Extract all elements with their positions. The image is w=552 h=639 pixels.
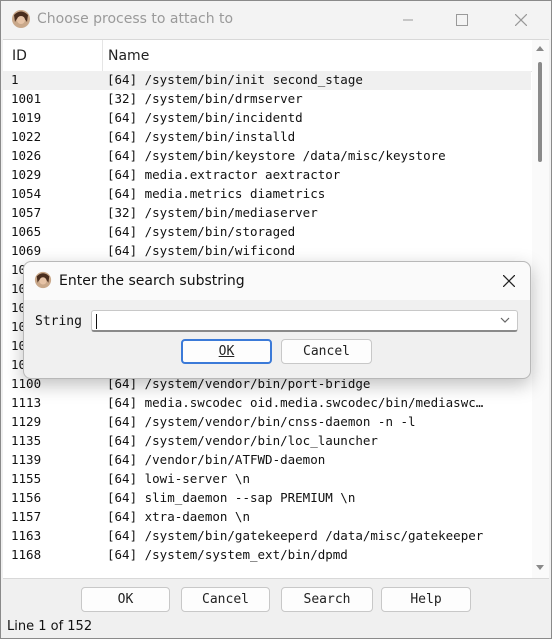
process-name: [64] slim_daemon --sap PREMIUM \n — [107, 490, 356, 505]
process-id: 1019 — [11, 110, 42, 125]
process-name: [64] /system/vendor/bin/loc_launcher — [107, 433, 378, 448]
process-name: [64] /system/bin/wificond — [107, 243, 296, 258]
close-icon — [503, 275, 515, 287]
process-name: [64] /system/bin/init second_stage — [107, 72, 363, 87]
process-id: 1155 — [11, 471, 42, 486]
maximize-button[interactable] — [439, 7, 485, 33]
process-id: 1168 — [11, 547, 42, 562]
table-row[interactable]: 1057 [32] /system/bin/mediaserver — [3, 204, 531, 223]
process-id: 1065 — [11, 224, 42, 239]
table-row[interactable]: 1135 [64] /system/vendor/bin/loc_launcher — [3, 432, 531, 451]
process-id: 1135 — [11, 433, 42, 448]
process-id: 1022 — [11, 129, 42, 144]
process-id: 1163 — [11, 528, 42, 543]
process-id: 1113 — [11, 395, 42, 410]
process-id: 1129 — [11, 414, 42, 429]
dialog-cancel-button[interactable]: Cancel — [281, 339, 372, 364]
process-name: [64] media.metrics diametrics — [107, 186, 326, 201]
dialog-close-button[interactable] — [498, 270, 520, 292]
vertical-scrollbar[interactable] — [532, 40, 549, 578]
search-button[interactable]: Search — [281, 587, 373, 612]
maximize-icon — [456, 14, 468, 26]
title-bar: Choose process to attach to — [1, 1, 551, 39]
process-name: [64] /system/bin/keystore /data/misc/key… — [107, 148, 446, 163]
dialog-title: Enter the search substring — [59, 273, 245, 289]
process-id: 1026 — [11, 148, 42, 163]
table-row[interactable]: 1029 [64] media.extractor aextractor — [3, 166, 531, 185]
column-header-id[interactable]: ID — [12, 48, 27, 64]
table-row[interactable]: 1168 [64] /system/system_ext/bin/dpmd — [3, 546, 531, 565]
table-row[interactable]: 1129 [64] /system/vendor/bin/cnss-daemon … — [3, 413, 531, 432]
help-button[interactable]: Help — [381, 587, 471, 612]
minimize-button[interactable] — [385, 7, 431, 33]
text-cursor — [96, 314, 97, 329]
dialog-ok-label: OK — [218, 344, 235, 359]
table-row[interactable]: 1001 [32] /system/bin/drmserver — [3, 90, 531, 109]
table-row[interactable]: 1069 [64] /system/bin/wificond — [3, 242, 531, 261]
table-row[interactable]: 1163 [64] /system/bin/gatekeeperd /data/m… — [3, 527, 531, 546]
status-line: Line 1 of 152 — [7, 619, 93, 634]
table-row[interactable]: 1155 [64] lowi-server \n — [3, 470, 531, 489]
dialog-title-bar: Enter the search substring — [24, 262, 530, 300]
table-row[interactable]: 1022 [64] /system/bin/installd — [3, 128, 531, 147]
process-id: 1069 — [11, 243, 42, 258]
table-row[interactable]: 1019 [64] /system/bin/incidentd — [3, 109, 531, 128]
process-id: 1054 — [11, 186, 42, 201]
table-row[interactable]: 1139 [64] /vendor/bin/ATFWD-daemon — [3, 451, 531, 470]
process-name: [64] /system/bin/gatekeeperd /data/misc/… — [107, 528, 484, 543]
scroll-up-icon[interactable] — [536, 46, 544, 51]
chevron-down-icon[interactable] — [499, 314, 511, 326]
close-icon — [515, 14, 527, 26]
process-name: [64] /system/bin/incidentd — [107, 110, 303, 125]
process-id: 1157 — [11, 509, 42, 524]
scroll-down-icon[interactable] — [536, 565, 544, 570]
dialog-ok-button[interactable]: OK — [181, 339, 272, 364]
app-logo-icon — [34, 271, 52, 289]
process-id: 1057 — [11, 205, 42, 220]
process-name: [64] /system/bin/installd — [107, 129, 296, 144]
scroll-thumb[interactable] — [538, 62, 542, 162]
table-row[interactable]: 1065 [64] /system/bin/storaged — [3, 223, 531, 242]
process-name: [64] /system/system_ext/bin/dpmd — [107, 547, 348, 562]
column-divider[interactable] — [102, 40, 103, 71]
process-name: [32] /system/bin/drmserver — [107, 91, 303, 106]
process-id: 1029 — [11, 167, 42, 182]
cancel-button[interactable]: Cancel — [181, 587, 270, 612]
process-id: 1 — [11, 72, 19, 87]
string-label: String — [35, 314, 82, 329]
minimize-icon — [403, 19, 413, 21]
column-header-name[interactable]: Name — [108, 48, 149, 64]
table-row[interactable]: 1157 [64] xtra-daemon \n — [3, 508, 531, 527]
process-name: [64] /vendor/bin/ATFWD-daemon — [107, 452, 326, 467]
list-header: ID Name — [3, 40, 549, 72]
window-title: Choose process to attach to — [37, 11, 234, 27]
table-row[interactable]: 1156 [64] slim_daemon --sap PREMIUM \n — [3, 489, 531, 508]
process-name: [32] /system/bin/mediaserver — [107, 205, 318, 220]
process-name: [64] /system/bin/storaged — [107, 224, 296, 239]
ok-button[interactable]: OK — [81, 587, 170, 612]
close-button[interactable] — [498, 7, 544, 33]
process-name: [64] lowi-server \n — [107, 471, 250, 486]
table-row[interactable]: 1 [64] /system/bin/init second_stage — [3, 71, 531, 90]
process-name: [64] media.swcodec oid.media.swcodec/bin… — [107, 395, 484, 410]
search-dialog: Enter the search substring String OK Can… — [23, 261, 531, 379]
process-name: [64] /system/vendor/bin/cnss-daemon -n -… — [107, 414, 416, 429]
app-logo-icon — [12, 10, 30, 28]
search-string-combobox[interactable] — [91, 310, 518, 332]
table-row[interactable]: 1026 [64] /system/bin/keystore /data/misc… — [3, 147, 531, 166]
process-name: [64] media.extractor aextractor — [107, 167, 341, 182]
process-name: [64] xtra-daemon \n — [107, 509, 250, 524]
process-id: 1156 — [11, 490, 42, 505]
process-id: 1001 — [11, 91, 42, 106]
table-row[interactable]: 1054 [64] media.metrics diametrics — [3, 185, 531, 204]
process-id: 1139 — [11, 452, 42, 467]
table-row[interactable]: 1113 [64] media.swcodec oid.media.swcodec… — [3, 394, 531, 413]
